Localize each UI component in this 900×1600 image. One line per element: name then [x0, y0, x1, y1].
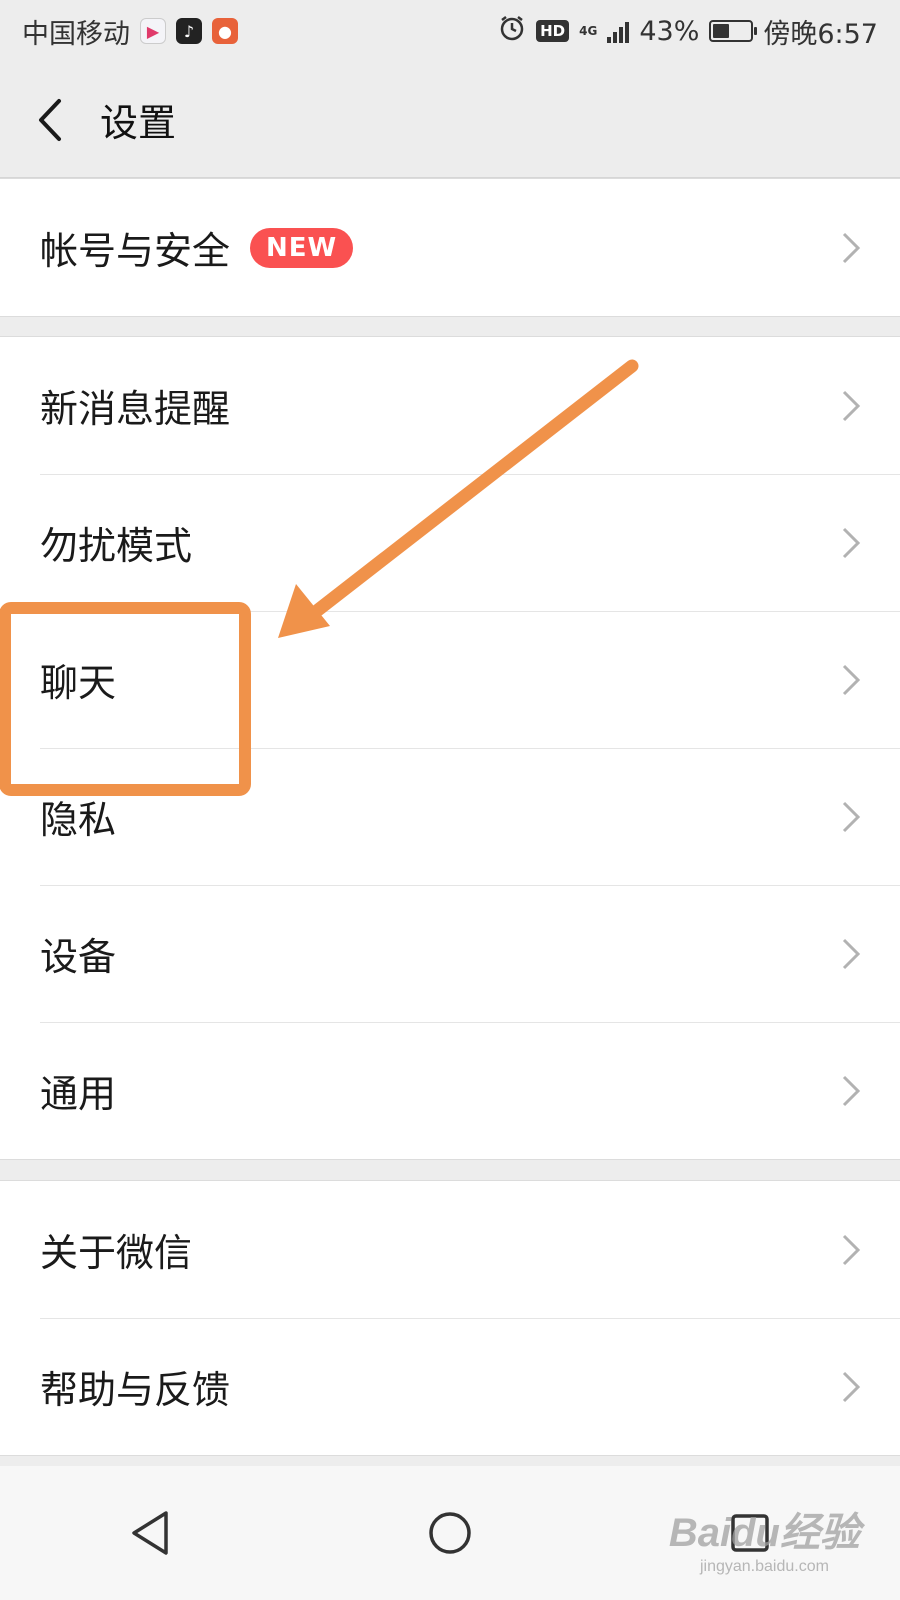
- nav-back-button[interactable]: [110, 1493, 190, 1573]
- video-app-icon: ▶: [140, 18, 166, 44]
- row-chat[interactable]: 聊天: [0, 611, 900, 748]
- row-label: 设备: [40, 935, 117, 979]
- chevron-right-icon: [840, 799, 862, 835]
- status-bar: 中国移动 ▶ ♪ ● HD 4G 43% 傍晚6:57: [0, 0, 900, 62]
- header: 设置: [0, 62, 900, 178]
- row-privacy[interactable]: 隐私: [0, 748, 900, 885]
- row-label: 聊天: [40, 661, 117, 705]
- battery-icon: [709, 20, 758, 42]
- hd-badge: HD: [536, 20, 570, 42]
- tiktok-icon: ♪: [176, 18, 202, 44]
- battery-percent: 43%: [639, 15, 700, 47]
- watermark-main: Baidu经验: [668, 1511, 860, 1555]
- triangle-back-icon: [132, 1511, 168, 1555]
- chevron-right-icon: [840, 1369, 862, 1405]
- watermark: Baidu经验 jingyan.baidu.com: [669, 1500, 860, 1576]
- row-do-not-disturb[interactable]: 勿扰模式: [0, 474, 900, 611]
- row-general[interactable]: 通用: [0, 1022, 900, 1159]
- app-icon: ●: [212, 18, 238, 44]
- page-title: 设置: [100, 101, 177, 145]
- row-label: 新消息提醒: [40, 387, 231, 431]
- chevron-right-icon: [840, 1073, 862, 1109]
- network-type: 4G: [579, 24, 598, 38]
- status-left: 中国移动 ▶ ♪ ●: [22, 12, 238, 51]
- row-label: 帐号与安全: [40, 229, 231, 273]
- row-label: 隐私: [40, 798, 117, 842]
- new-badge: NEW: [250, 227, 354, 268]
- clock: 傍晚6:57: [763, 18, 878, 50]
- row-account-security[interactable]: 帐号与安全 NEW: [0, 179, 900, 316]
- back-arrow-icon: [39, 98, 61, 141]
- settings-group-main: 新消息提醒 勿扰模式 聊天 隐私 设备 通用: [0, 336, 900, 1160]
- row-help-feedback[interactable]: 帮助与反馈: [0, 1318, 900, 1455]
- chevron-right-icon: [840, 525, 862, 561]
- row-new-message-alert[interactable]: 新消息提醒: [0, 337, 900, 474]
- chevron-right-icon: [840, 662, 862, 698]
- settings-group-account: 帐号与安全 NEW: [0, 178, 900, 317]
- row-label: 帮助与反馈: [40, 1368, 231, 1412]
- chevron-right-icon: [840, 230, 862, 266]
- row-devices[interactable]: 设备: [0, 885, 900, 1022]
- row-label: 关于微信: [40, 1231, 193, 1275]
- status-right: HD 4G 43% 傍晚6:57: [498, 12, 878, 51]
- circle-home-icon: [429, 1512, 471, 1554]
- watermark-sub: jingyan.baidu.com: [699, 1558, 829, 1575]
- chevron-right-icon: [840, 388, 862, 424]
- chevron-right-icon: [840, 1232, 862, 1268]
- row-about-wechat[interactable]: 关于微信: [0, 1181, 900, 1318]
- settings-group-about: 关于微信 帮助与反馈: [0, 1180, 900, 1456]
- row-label: 通用: [40, 1072, 117, 1116]
- carrier-name: 中国移动: [22, 18, 130, 50]
- chevron-right-icon: [840, 936, 862, 972]
- alarm-icon: [498, 14, 526, 49]
- signal-icon: [607, 19, 630, 43]
- nav-home-button[interactable]: [410, 1493, 490, 1573]
- row-label: 勿扰模式: [40, 524, 193, 568]
- back-button[interactable]: [0, 62, 100, 178]
